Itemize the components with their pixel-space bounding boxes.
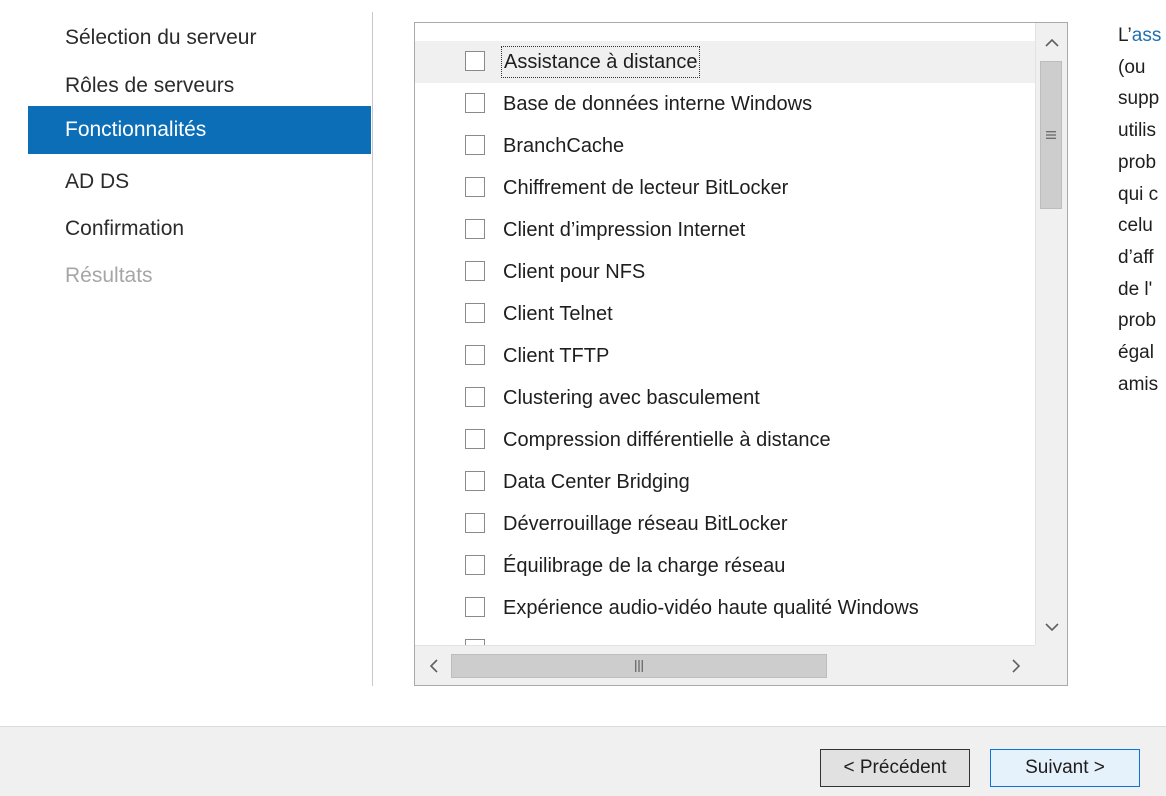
feature-checkbox[interactable]: [465, 471, 485, 491]
horizontal-scroll-thumb[interactable]: [451, 654, 827, 678]
feature-label: Clustering avec basculement: [503, 387, 760, 409]
feature-row[interactable]: Client pour NFS: [415, 251, 1035, 293]
feature-row[interactable]: Base de données interne Windows: [415, 83, 1035, 125]
chevron-down-icon[interactable]: [1036, 609, 1067, 645]
vertical-scroll-thumb[interactable]: [1040, 61, 1062, 209]
scrollbar-corner: [1035, 645, 1067, 685]
feature-description: L’ass (ou supp utilis prob qui c celu d’…: [1118, 20, 1166, 420]
feature-label: Base de données interne Windows: [503, 93, 813, 115]
nav-divider: [372, 12, 373, 686]
description-line: utilis: [1118, 120, 1157, 142]
chevron-right-icon[interactable]: [999, 646, 1033, 685]
feature-row[interactable]: BranchCache: [415, 125, 1035, 167]
nav-item-confirmation[interactable]: Confirmation: [28, 205, 371, 253]
feature-row[interactable]: Compression différentielle à distance: [415, 419, 1035, 461]
description-line: (ou: [1118, 56, 1146, 78]
wizard-navigation: Sélection du serveur Rôles de serveurs F…: [0, 0, 372, 700]
grip-icon: [635, 660, 643, 672]
feature-label: Compression différentielle à distance: [503, 429, 831, 451]
feature-row[interactable]: Chiffrement de lecteur BitLocker: [415, 167, 1035, 209]
nav-item-server-selection[interactable]: Sélection du serveur: [28, 14, 371, 62]
description-line: amis: [1118, 373, 1159, 395]
feature-row[interactable]: Déverrouillage réseau BitLocker: [415, 503, 1035, 545]
feature-checkbox[interactable]: [465, 135, 485, 155]
feature-row[interactable]: Client Telnet: [415, 293, 1035, 335]
feature-label: Client Telnet: [503, 303, 613, 325]
feature-checkbox[interactable]: [465, 345, 485, 365]
feature-checkbox[interactable]: [465, 261, 485, 281]
next-button[interactable]: Suivant >: [990, 749, 1140, 787]
chevron-left-icon[interactable]: [417, 646, 451, 685]
feature-label: Chiffrement de lecteur BitLocker: [503, 177, 789, 199]
description-line: L’ass: [1118, 20, 1166, 52]
feature-checkbox[interactable]: [465, 93, 485, 113]
feature-row-remote-assistance[interactable]: Assistance à distance: [415, 41, 1035, 83]
feature-row[interactable]: Expérience audio-vidéo haute qualité Win…: [415, 587, 1035, 629]
nav-item-server-roles[interactable]: Rôles de serveurs: [28, 62, 371, 110]
description-line: d’aff: [1118, 246, 1154, 268]
feature-row[interactable]: Clustering avec basculement: [415, 377, 1035, 419]
feature-label: Data Center Bridging: [503, 471, 690, 493]
feature-row[interactable]: Client d’impression Internet: [415, 209, 1035, 251]
nav-item-results: Résultats: [65, 264, 153, 287]
grip-icon: [1046, 131, 1056, 139]
feature-checkbox[interactable]: [465, 177, 485, 197]
feature-checkbox[interactable]: [465, 555, 485, 575]
horizontal-scrollbar[interactable]: [415, 645, 1035, 685]
description-line: de l': [1118, 278, 1153, 300]
description-text: L’: [1118, 25, 1132, 46]
feature-label: Déverrouillage réseau BitLocker: [503, 513, 788, 535]
feature-row[interactable]: Data Center Bridging: [415, 461, 1035, 503]
feature-checkbox[interactable]: [465, 303, 485, 323]
feature-label: Client TFTP: [503, 345, 610, 367]
feature-checkbox[interactable]: [465, 429, 485, 449]
feature-checkbox[interactable]: [465, 219, 485, 239]
feature-row-partial[interactable]: [415, 629, 1035, 645]
description-link[interactable]: ass: [1132, 25, 1162, 46]
feature-row[interactable]: Équilibrage de la charge réseau: [415, 545, 1035, 587]
feature-checkbox[interactable]: [465, 513, 485, 533]
feature-checkbox[interactable]: [465, 597, 485, 617]
nav-item-features[interactable]: Fonctionnalités: [28, 106, 371, 154]
wizard-footer: < Précédent Suivant >: [0, 726, 1166, 796]
features-list-viewport: Assistance à distance Base de données in…: [415, 23, 1035, 645]
feature-label: Client pour NFS: [503, 261, 646, 283]
feature-label: Client d’impression Internet: [503, 219, 746, 241]
description-line: égal: [1118, 342, 1154, 364]
feature-label: Assistance à distance: [501, 46, 701, 78]
feature-label: Équilibrage de la charge réseau: [503, 555, 786, 577]
description-line: qui c: [1118, 183, 1159, 205]
feature-row[interactable]: Client TFTP: [415, 335, 1035, 377]
feature-checkbox[interactable]: [465, 387, 485, 407]
vertical-scrollbar[interactable]: [1035, 23, 1067, 645]
chevron-up-icon[interactable]: [1036, 25, 1067, 61]
feature-label: Expérience audio-vidéo haute qualité Win…: [503, 597, 919, 619]
description-line: supp: [1118, 88, 1160, 110]
description-line: prob: [1118, 151, 1157, 173]
feature-label: BranchCache: [503, 135, 625, 157]
features-list[interactable]: Assistance à distance Base de données in…: [414, 22, 1068, 686]
description-line: prob: [1118, 310, 1157, 332]
feature-checkbox[interactable]: [465, 51, 485, 71]
nav-item-ad-ds[interactable]: AD DS: [28, 158, 371, 206]
description-line: celu: [1118, 215, 1153, 237]
previous-button[interactable]: < Précédent: [820, 749, 970, 787]
